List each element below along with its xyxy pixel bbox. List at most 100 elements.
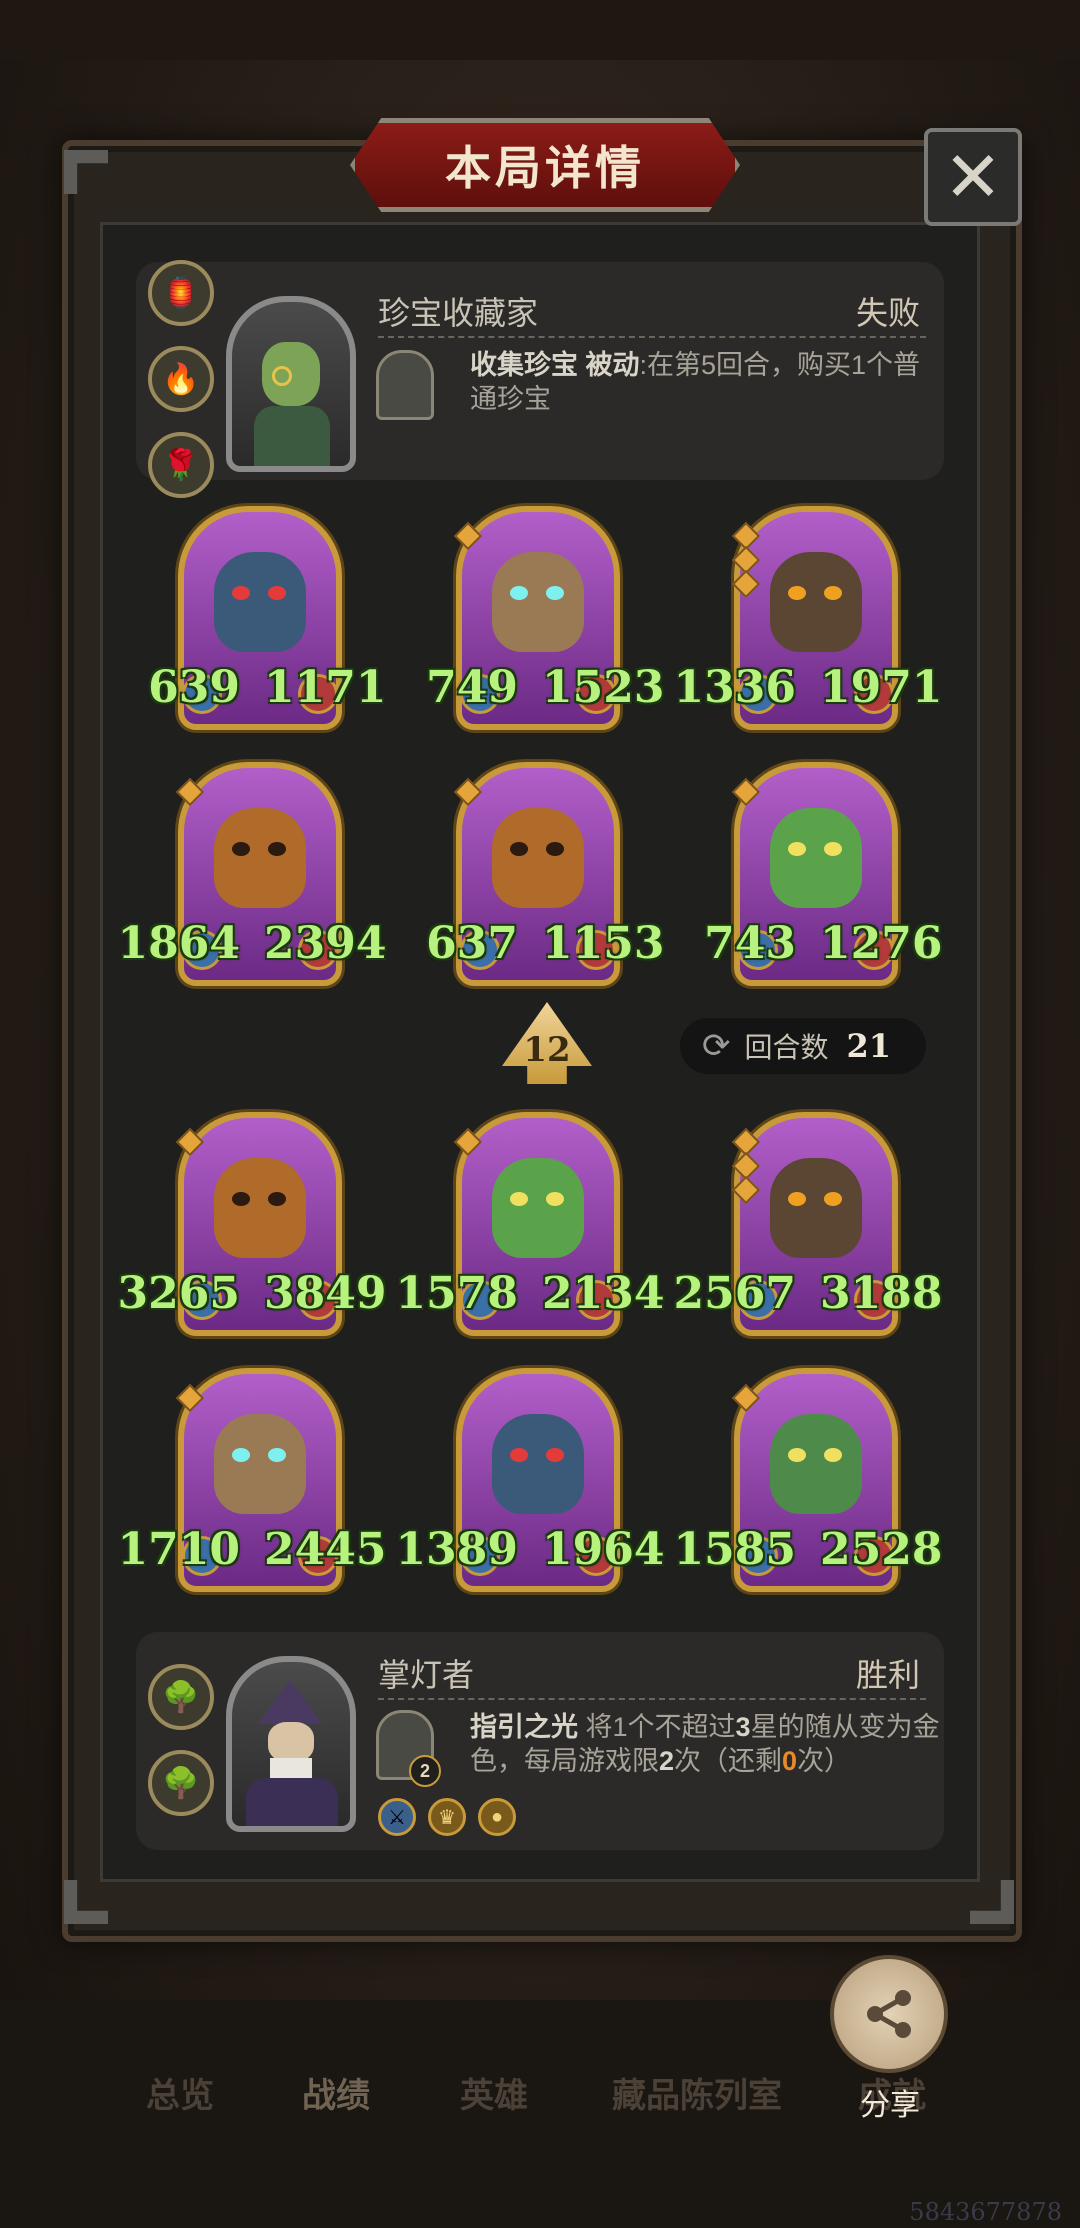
totem-portrait: [770, 552, 862, 652]
skill-text-part: 次）: [797, 1746, 852, 1776]
star-gem-icon: [731, 1175, 761, 1205]
skill-text-part: 将1个不超过: [585, 1712, 736, 1742]
opponent-skill-icon[interactable]: [376, 350, 434, 420]
attack-value: 3265: [117, 1268, 240, 1319]
creature-eye: [546, 1192, 564, 1206]
crown-buff-icon[interactable]: ♛: [428, 1798, 466, 1836]
level-value: 12: [523, 1030, 571, 1070]
health-value: 1523: [542, 662, 665, 713]
rose-relic-icon[interactable]: 🌹: [148, 432, 214, 498]
attack-value: 637: [426, 918, 518, 969]
divider: [378, 336, 926, 338]
divider: [378, 1698, 926, 1700]
skill-charges-badge: 2: [409, 1755, 441, 1787]
creature-eye: [824, 842, 842, 856]
creature-eye: [268, 1192, 286, 1206]
attack-value: 1389: [395, 1524, 518, 1575]
dragon-portrait: [492, 1414, 584, 1514]
title-banner: 本局详情: [350, 118, 740, 212]
skill-remaining: 0: [782, 1746, 798, 1776]
health-value: 1971: [820, 662, 943, 713]
fire-relic-icon[interactable]: 🔥: [148, 346, 214, 412]
creature-eye: [824, 1192, 842, 1206]
creature-eye: [546, 842, 564, 856]
sword-buff-icon[interactable]: ⚔: [378, 1798, 416, 1836]
user-id: 5843677878: [909, 2198, 1062, 2226]
skill-use-limit: 2: [659, 1746, 675, 1776]
health-value: 3849: [264, 1268, 387, 1319]
attack-value: 1336: [673, 662, 796, 713]
attack-value: 1710: [117, 1524, 240, 1575]
cactus-portrait: [492, 1158, 584, 1258]
skill-text-part: 次（还剩: [674, 1746, 783, 1776]
round-label: 回合数: [744, 1032, 829, 1063]
pumpkin-portrait: [214, 808, 306, 908]
player-skill-name: 指引之光: [470, 1712, 578, 1742]
attack-value: 743: [704, 918, 796, 969]
health-value: 2394: [264, 918, 387, 969]
lantern-relic-icon[interactable]: 🏮: [148, 260, 214, 326]
creature-eye: [788, 842, 806, 856]
opponent-avatar[interactable]: [226, 296, 356, 472]
opponent-skill-name: 收集珍宝: [470, 350, 578, 380]
player-result: 胜利: [856, 1657, 921, 1693]
refresh-icon: ⟳: [702, 1027, 731, 1065]
health-value: 2528: [820, 1524, 943, 1575]
creature-eye: [268, 842, 286, 856]
creature-eye: [232, 586, 250, 600]
bonsai-relic-icon[interactable]: 🌳: [148, 1664, 214, 1730]
round-counter: ⟳ 回合数 21: [680, 1018, 926, 1074]
opponent-result: 失败: [856, 295, 921, 331]
creature-eye: [268, 1448, 286, 1462]
tree-portrait: [214, 1414, 306, 1514]
opponent-name: 珍宝收藏家: [378, 295, 539, 331]
share-label: 分享: [860, 2089, 920, 2122]
attack-value: 749: [426, 662, 518, 713]
creature-eye: [824, 1448, 842, 1462]
creature-eye: [510, 1448, 528, 1462]
health-value: 1964: [542, 1524, 665, 1575]
tree-portrait: [492, 552, 584, 652]
round-value: 21: [846, 1027, 892, 1065]
player-skill-description: 指引之光 将1个不超过3星的随从变为金色，每局游戏限2次（还剩0次）: [470, 1710, 940, 1778]
creature-eye: [824, 586, 842, 600]
pumpkin-portrait: [492, 808, 584, 908]
creature-eye: [232, 1448, 250, 1462]
cactus-portrait: [770, 808, 862, 908]
creature-eye: [510, 1192, 528, 1206]
tab-heroes[interactable]: 英雄: [460, 2068, 528, 2117]
opponent-skill-tag: 被动: [585, 350, 640, 380]
health-value: 3188: [820, 1268, 943, 1319]
creature-eye: [232, 1192, 250, 1206]
tab-records[interactable]: 战绩: [302, 2068, 370, 2117]
creature-eye: [546, 586, 564, 600]
tab-collection[interactable]: 藏品陈列室: [612, 2068, 782, 2117]
dragon-portrait: [214, 552, 306, 652]
creature-eye: [268, 586, 286, 600]
top-wall: [0, 0, 1080, 60]
health-value: 1276: [820, 918, 943, 969]
share-icon: [867, 1990, 911, 2038]
creature-eye: [788, 1192, 806, 1206]
wyrm-portrait: [770, 1414, 862, 1514]
creature-eye: [232, 842, 250, 856]
creature-eye: [546, 1448, 564, 1462]
coin-buff-icon[interactable]: ●: [478, 1798, 516, 1836]
close-button[interactable]: ✕: [924, 128, 1022, 226]
share-button[interactable]: [830, 1955, 948, 2073]
attack-value: 1578: [395, 1268, 518, 1319]
lantern-skill-icon[interactable]: 2: [376, 1710, 441, 1787]
attack-value: 2567: [673, 1268, 796, 1319]
close-icon: ✕: [943, 138, 1003, 216]
health-value: 2445: [264, 1524, 387, 1575]
creature-eye: [510, 842, 528, 856]
tab-overview[interactable]: 总览: [146, 2068, 214, 2117]
attack-value: 1864: [117, 918, 240, 969]
creature-eye: [510, 586, 528, 600]
player-name: 掌灯者: [378, 1657, 475, 1693]
bonsai-relic-icon[interactable]: 🌳: [148, 1750, 214, 1816]
star-gem-icon: [731, 569, 761, 599]
health-value: 1171: [264, 662, 387, 713]
totem-portrait: [770, 1158, 862, 1258]
player-avatar[interactable]: [226, 1656, 356, 1832]
